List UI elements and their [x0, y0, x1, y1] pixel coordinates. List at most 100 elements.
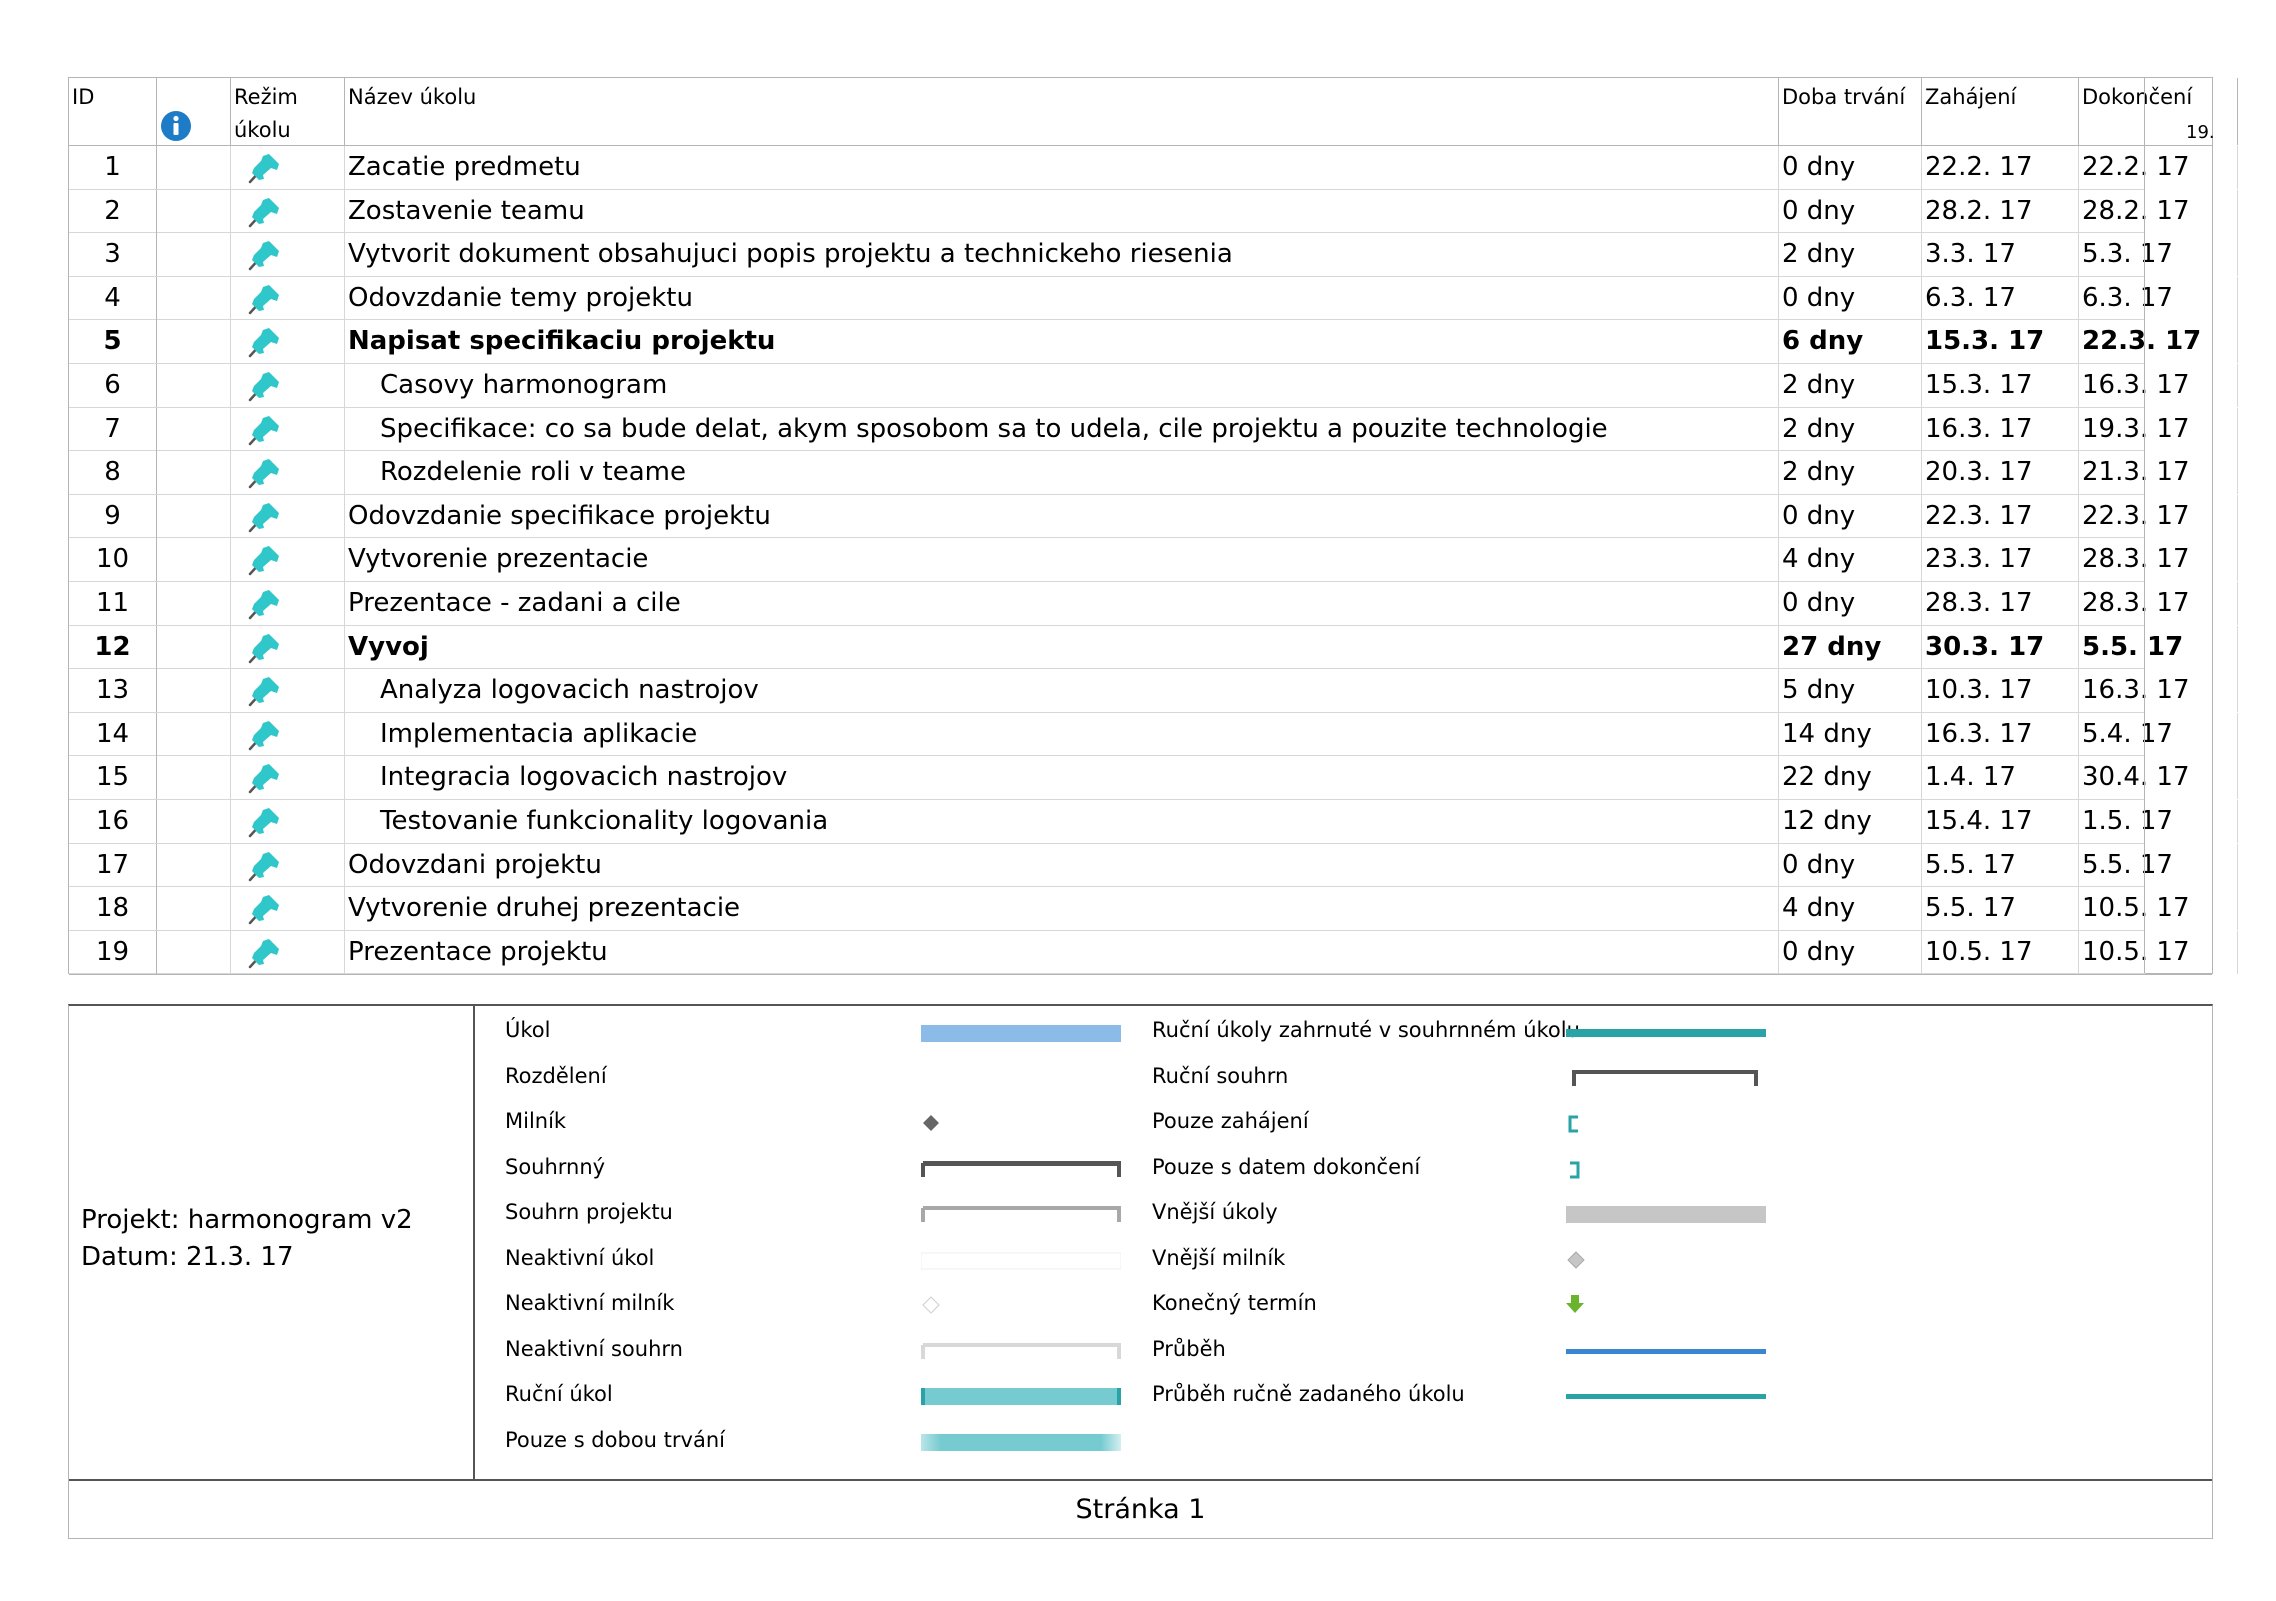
task-duration[interactable]: 4 dny [1779, 887, 1922, 931]
task-duration[interactable]: 4 dny [1779, 538, 1922, 582]
table-row[interactable]: 11 Prezentace - zadani a cile 0 dny 28.3. 1… [69, 582, 2238, 626]
task-duration[interactable]: 2 dny [1779, 407, 1922, 451]
task-finish[interactable]: 1.5. 17 [2079, 800, 2238, 843]
table-row[interactable]: 2 Zostavenie teamu 0 dny 28.2. 17 28.2. 17 [69, 189, 2238, 234]
task-name[interactable]: Prezentace - zadani a cile [345, 582, 1779, 625]
task-start[interactable]: 22.3. 17 [1922, 494, 2079, 538]
task-name[interactable]: Casovy harmonogram [345, 364, 1779, 407]
table-row[interactable]: 3 Vytvorit dokument obsahujuci popis proj… [69, 233, 2238, 277]
header-start[interactable]: Zahájení [1922, 78, 2079, 145]
task-start[interactable]: 5.5. 17 [1922, 843, 2079, 887]
table-row[interactable]: 5 Napisat specifikaciu projektu 6 dny 15.3.… [69, 320, 2238, 364]
task-finish[interactable]: 16.3. 17 [2079, 364, 2238, 407]
header-mode[interactable]: Režim úkolu [231, 78, 345, 145]
task-finish[interactable]: 5.5. 17 [2079, 843, 2238, 887]
task-duration[interactable]: 22 dny [1779, 756, 1922, 800]
task-start[interactable]: 10.3. 17 [1922, 669, 2079, 713]
task-name[interactable]: Prezentace projektu [345, 930, 1779, 974]
task-duration[interactable]: 14 dny [1779, 712, 1922, 756]
task-name[interactable]: Zostavenie teamu [345, 189, 1779, 233]
task-finish[interactable]: 5.3. 17 [2079, 233, 2238, 277]
task-start[interactable]: 23.3. 17 [1922, 538, 2079, 582]
task-start[interactable]: 16.3. 17 [1922, 407, 2079, 451]
table-row[interactable]: 9 Odovzdanie specifikace projektu 0 dny 22.… [69, 494, 2238, 539]
header-indicators[interactable] [157, 78, 231, 145]
task-name[interactable]: Vytvorit dokument obsahujuci popis proje… [345, 233, 1779, 277]
task-name[interactable]: Odovzdanie specifikace projektu [345, 494, 1779, 538]
task-finish[interactable]: 10.5. 17 [2079, 887, 2238, 931]
task-name[interactable]: Specifikace: co sa bude delat, akym spos… [345, 407, 1779, 451]
task-name[interactable]: Analyza logovacich nastrojov [345, 669, 1779, 713]
table-row[interactable]: 17 Odovzdani projektu 0 dny 5.5. 17 5.5. 17 [69, 843, 2238, 888]
task-start[interactable]: 28.2. 17 [1922, 189, 2079, 233]
task-start[interactable]: 1.4. 17 [1922, 756, 2079, 800]
task-name[interactable]: Vyvoj [345, 625, 1779, 669]
task-name[interactable]: Zacatie predmetu [345, 146, 1779, 189]
task-duration[interactable]: 0 dny [1779, 146, 1922, 189]
task-finish[interactable]: 19.3. 17 [2079, 407, 2238, 451]
task-name[interactable]: Odovzdanie temy projektu [345, 276, 1779, 320]
task-duration[interactable]: 0 dny [1779, 582, 1922, 625]
task-finish[interactable]: 6.3. 17 [2079, 276, 2238, 320]
task-start[interactable]: 3.3. 17 [1922, 233, 2079, 277]
task-finish[interactable]: 22.3. 17 [2079, 320, 2238, 364]
task-finish[interactable]: 5.4. 17 [2079, 712, 2238, 756]
task-start[interactable]: 15.4. 17 [1922, 800, 2079, 843]
table-row[interactable]: 4 Odovzdanie temy projektu 0 dny 6.3. 17 6.3… [69, 276, 2238, 321]
task-name[interactable]: Rozdelenie roli v teame [345, 451, 1779, 495]
table-row[interactable]: 19 Prezentace projektu 0 dny 10.5. 17 10.5. … [69, 930, 2238, 975]
header-duration[interactable]: Doba trvání [1779, 78, 1922, 145]
table-row[interactable]: 14 Implementacia aplikacie 14 dny 16.3. 17 5… [69, 712, 2238, 757]
task-duration[interactable]: 27 dny [1779, 625, 1922, 669]
task-start[interactable]: 20.3. 17 [1922, 451, 2079, 495]
task-duration[interactable]: 0 dny [1779, 189, 1922, 233]
task-start[interactable]: 16.3. 17 [1922, 712, 2079, 756]
task-name[interactable]: Vytvorenie prezentacie [345, 538, 1779, 582]
task-finish[interactable]: 16.3. 17 [2079, 669, 2238, 713]
table-row[interactable]: 13 Analyza logovacich nastrojov 5 dny 10.3.… [69, 669, 2238, 713]
task-start[interactable]: 15.3. 17 [1922, 364, 2079, 407]
table-row[interactable]: 1 Zacatie predmetu 0 dny 22.2. 17 22.2. 17 [69, 146, 2238, 190]
task-duration[interactable]: 0 dny [1779, 494, 1922, 538]
header-id[interactable]: ID [69, 78, 157, 145]
table-row[interactable]: 7 Specifikace: co sa bude delat, akym spo… [69, 407, 2238, 452]
task-start[interactable]: 22.2. 17 [1922, 146, 2079, 189]
task-start[interactable]: 15.3. 17 [1922, 320, 2079, 364]
task-finish[interactable]: 28.3. 17 [2079, 538, 2238, 582]
task-name[interactable]: Napisat specifikaciu projektu [345, 320, 1779, 364]
task-finish[interactable]: 28.3. 17 [2079, 582, 2238, 625]
task-finish[interactable]: 21.3. 17 [2079, 451, 2238, 495]
header-name[interactable]: Název úkolu [345, 78, 1779, 145]
task-duration[interactable]: 2 dny [1779, 364, 1922, 407]
table-row[interactable]: 16 Testovanie funkcionality logovania 12 d… [69, 800, 2238, 844]
task-duration[interactable]: 2 dny [1779, 451, 1922, 495]
task-name[interactable]: Implementacia aplikacie [345, 712, 1779, 756]
table-row[interactable]: 8 Rozdelenie roli v teame 2 dny 20.3. 17 21.… [69, 451, 2238, 495]
task-name[interactable]: Integracia logovacich nastrojov [345, 756, 1779, 800]
table-row[interactable]: 15 Integracia logovacich nastrojov 22 dny 1… [69, 756, 2238, 800]
task-finish[interactable]: 22.2. 17 [2079, 146, 2238, 189]
task-duration[interactable]: 0 dny [1779, 843, 1922, 887]
task-start[interactable]: 28.3. 17 [1922, 582, 2079, 625]
task-finish[interactable]: 28.2. 17 [2079, 189, 2238, 233]
task-duration[interactable]: 6 dny [1779, 320, 1922, 364]
table-row[interactable]: 10 Vytvorenie prezentacie 4 dny 23.3. 17 28.… [69, 538, 2238, 582]
task-duration[interactable]: 2 dny [1779, 233, 1922, 277]
task-start[interactable]: 10.5. 17 [1922, 930, 2079, 974]
table-row[interactable]: 6 Casovy harmonogram 2 dny 15.3. 17 16.3. 17 [69, 364, 2238, 408]
task-name[interactable]: Testovanie funkcionality logovania [345, 800, 1779, 843]
task-name[interactable]: Odovzdani projektu [345, 843, 1779, 887]
task-finish[interactable]: 22.3. 17 [2079, 494, 2238, 538]
task-start[interactable]: 30.3. 17 [1922, 625, 2079, 669]
task-duration[interactable]: 0 dny [1779, 276, 1922, 320]
task-start[interactable]: 6.3. 17 [1922, 276, 2079, 320]
task-start[interactable]: 5.5. 17 [1922, 887, 2079, 931]
task-finish[interactable]: 30.4. 17 [2079, 756, 2238, 800]
task-duration[interactable]: 12 dny [1779, 800, 1922, 843]
task-finish[interactable]: 10.5. 17 [2079, 930, 2238, 974]
table-row[interactable]: 12 Vyvoj 27 dny 30.3. 17 5.5. 17 [69, 625, 2238, 670]
task-duration[interactable]: 0 dny [1779, 930, 1922, 974]
task-duration[interactable]: 5 dny [1779, 669, 1922, 713]
table-row[interactable]: 18 Vytvorenie druhej prezentacie 4 dny 5.5.… [69, 887, 2238, 931]
task-finish[interactable]: 5.5. 17 [2079, 625, 2238, 669]
